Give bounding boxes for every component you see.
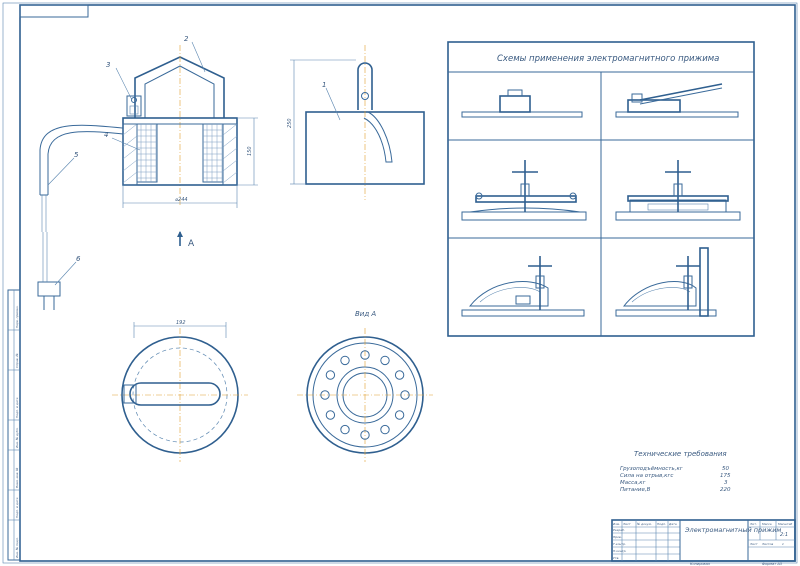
- scheme-cell-2: [615, 83, 739, 118]
- strip-label-0: Перв. примен.: [15, 305, 19, 328]
- bolt-hole: [325, 410, 336, 420]
- bolt-hole: [325, 370, 336, 380]
- title-block: Изм. Лист № докум. Подп. Дата Разраб. Пр…: [611, 519, 796, 566]
- tech-row-3-label: Питание,В: [620, 487, 651, 493]
- tech-row-2-label: Масса,кг: [620, 480, 646, 486]
- stamp-scale: 2:1: [780, 532, 788, 538]
- bolt-hole: [380, 355, 390, 366]
- tech-row-3-value: 220: [720, 487, 731, 493]
- view-a: Вид А: [297, 310, 433, 462]
- view-arrow-label: A: [188, 239, 195, 249]
- scheme-cell-6: [615, 247, 717, 317]
- leader-3: 3: [106, 61, 110, 69]
- outer-frame: [2, 2, 798, 564]
- drawing-sheet: Перв. примен. Справ. № Подп. и дата Инв.…: [2, 2, 798, 566]
- bolt-hole: [340, 355, 350, 366]
- view-a-label: Вид А: [355, 310, 376, 318]
- leader-6: 6: [76, 255, 81, 263]
- stamp-row-8: Н.контр.: [613, 549, 626, 553]
- scheme-cell-3: [461, 160, 587, 221]
- tech-row-1-label: Сила на отрыв,кгс: [620, 473, 673, 479]
- strip-label-5: Подп. и дата: [15, 497, 19, 518]
- strip-label-6: Инв. № подл.: [15, 537, 19, 558]
- stamp-format: Формат А3: [762, 562, 782, 566]
- stamp-row-9: Утв.: [613, 556, 619, 560]
- side-view: 250 1: [287, 45, 425, 200]
- tech-title: Технические требования: [634, 450, 727, 458]
- leader-2: 2: [184, 35, 189, 43]
- tech-row-0-label: Грузоподъёмность,кг: [620, 466, 683, 472]
- stamp-row-0: Изм.: [613, 522, 620, 526]
- stamp-copied: Копировал: [690, 562, 711, 566]
- bolt-hole: [380, 424, 390, 435]
- inner-frame: [19, 4, 796, 562]
- leader-1: 1: [322, 81, 326, 89]
- stamp-row-6: Пров.: [613, 535, 622, 539]
- stamp-row-3: Подп.: [657, 522, 666, 526]
- left-strip: Перв. примен. Справ. № Подп. и дата Инв.…: [7, 289, 21, 561]
- strip-label-4: Взам. инв. №: [15, 468, 19, 488]
- stamp-weight-head: Масса: [762, 522, 772, 526]
- schemes-table: Схемы применения электромагнитного прижи…: [447, 41, 755, 337]
- leader-5: 5: [74, 151, 79, 159]
- stamp-row-2: № докум.: [636, 522, 652, 526]
- top-view: 192: [112, 320, 248, 462]
- main-section-view: ⌀244 150 3 2 4 5 6 A: [37, 35, 258, 310]
- tech-row-1-value: 175: [720, 473, 731, 479]
- strip-label-2: Подп. и дата: [15, 397, 19, 418]
- stamp-sheets-count: 1: [782, 542, 784, 546]
- stamp-sheets: Листов: [761, 542, 773, 546]
- dim-150: 150: [247, 146, 253, 156]
- bolt-hole: [340, 424, 350, 435]
- stamp-row-5: Разраб.: [613, 528, 625, 532]
- stamp-row-4: Дата: [668, 522, 677, 526]
- stamp-mass-head: Лит.: [749, 522, 757, 526]
- strip-label-3: Инв. № дубл.: [15, 427, 19, 448]
- leader-4: 4: [104, 131, 108, 139]
- stamp-row-1: Лист: [622, 522, 631, 526]
- top-left-box: [19, 4, 89, 18]
- stamp-row-7: Т.контр.: [613, 542, 626, 546]
- stamp-name: Электромагнитный прижим: [684, 526, 781, 534]
- bolt-hole: [394, 370, 405, 380]
- stamp-sheet: Лист: [749, 542, 758, 546]
- tech-row-2-value: 3: [724, 480, 728, 486]
- scheme-cell-4: [615, 160, 741, 221]
- tech-row-0-value: 50: [722, 466, 729, 472]
- schemes-title: Схемы применения электромагнитного прижи…: [497, 54, 719, 64]
- stamp-scale-head: Масштаб: [778, 522, 792, 526]
- bolt-hole: [394, 410, 405, 420]
- dim-250: 250: [287, 118, 293, 128]
- tech-requirements: Технические требования Грузоподъёмность,…: [620, 450, 731, 493]
- scheme-cell-5: [461, 256, 585, 317]
- scheme-cell-1: [461, 89, 583, 118]
- strip-label-1: Справ. №: [15, 353, 19, 368]
- dim-244: ⌀244: [175, 197, 188, 203]
- dim-192: 192: [176, 320, 186, 326]
